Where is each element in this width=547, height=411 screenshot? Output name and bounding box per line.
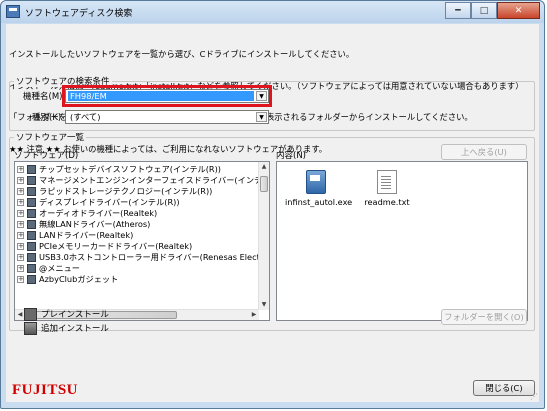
- preinstall-action[interactable]: プレインストール: [24, 308, 109, 321]
- vertical-scroll-thumb[interactable]: [260, 176, 268, 192]
- file-item[interactable]: readme.txt: [356, 170, 418, 207]
- close-window-button[interactable]: ✕: [497, 2, 540, 19]
- file-item[interactable]: infinst_autol.exe: [285, 170, 352, 207]
- tree-item-label: ディスプレイドライバー(インテル(R)): [39, 197, 180, 207]
- expand-icon[interactable]: +: [17, 265, 24, 272]
- tree-item-label: AzbyClubガジェット: [39, 274, 119, 284]
- tree-item-label: マネージメントエンジンインターフェイスドライバー(インテル(R)): [39, 175, 270, 185]
- contents-label: 内容(N): [276, 151, 306, 161]
- software-list-legend: ソフトウェア一覧: [14, 131, 87, 143]
- folder-icon: [27, 165, 36, 174]
- contents-pane[interactable]: infinst_autol.exe readme.txt: [276, 161, 528, 321]
- tree-item-label: チップセットデバイスソフトウェア(インテル(R)): [39, 164, 221, 174]
- expand-icon[interactable]: +: [17, 177, 24, 184]
- close-button[interactable]: 閉じる(C): [473, 380, 535, 396]
- tree-item[interactable]: + ディスプレイドライバー(インテル(R)): [17, 197, 180, 208]
- folder-icon: [27, 176, 36, 185]
- tree-item[interactable]: + 無線LANドライバー(Atheros): [17, 219, 150, 230]
- tree-item[interactable]: + AzbyClubガジェット: [17, 274, 118, 285]
- expand-icon[interactable]: +: [17, 166, 24, 173]
- tree-item-label: PCIeメモリーカードドライバー(Realtek): [39, 241, 193, 251]
- chevron-down-icon[interactable]: ▼: [256, 112, 267, 122]
- folder-icon: [27, 242, 36, 251]
- window-title: ソフトウェアディスク検索: [25, 9, 133, 19]
- tree-item[interactable]: + マネージメントエンジンインターフェイスドライバー(インテル(R)): [17, 175, 270, 186]
- tree-item-label: USB3.0ホストコントローラー用ドライバー(Renesas Electroni…: [39, 252, 270, 262]
- expand-icon[interactable]: +: [17, 243, 24, 250]
- up-button[interactable]: 上へ戻る(U): [441, 144, 527, 160]
- scroll-up-icon[interactable]: ▲: [259, 162, 269, 172]
- expand-icon[interactable]: +: [17, 232, 24, 239]
- instruction-line-1: インストールしたいソフトウェアを一覧から選び、Cドライブにインストールしてくださ…: [9, 49, 355, 59]
- scroll-down-icon[interactable]: ▼: [259, 300, 269, 310]
- caption-buttons: ━ □ ✕: [445, 2, 540, 20]
- disk-search-app-icon: [6, 5, 20, 18]
- emphasis-box: [62, 85, 272, 107]
- title-bar[interactable]: ソフトウェアディスク検索 ━ □ ✕: [1, 1, 544, 23]
- tree-item[interactable]: + LANドライバー(Realtek): [17, 230, 133, 241]
- folder-icon: [27, 231, 36, 240]
- exe-file-icon: [306, 170, 326, 194]
- minimize-button[interactable]: ━: [445, 2, 471, 19]
- folder-icon: [27, 209, 36, 218]
- type-select[interactable]: (すべて) ▼: [65, 110, 269, 124]
- file-name: infinst_autol.exe: [285, 197, 353, 207]
- text-file-icon: [377, 170, 397, 194]
- expand-icon[interactable]: +: [17, 199, 24, 206]
- tree-item[interactable]: + チップセットデバイスソフトウェア(インテル(R)): [17, 164, 221, 175]
- folder-icon: [27, 253, 36, 262]
- tree-item-label: ラピッドストレージテクノロジー(インテル(R)): [39, 186, 213, 196]
- open-folder-button[interactable]: フォルダーを開く(O): [441, 309, 527, 325]
- folder-icon: [27, 264, 36, 273]
- expand-icon[interactable]: +: [17, 221, 24, 228]
- additional-install-icon: [24, 322, 37, 335]
- additional-install-label: 追加インストール: [41, 324, 109, 334]
- fujitsu-logo: FUJITSU: [12, 382, 79, 398]
- software-list-group: ソフトウェア一覧 ソフトウェア(D) 内容(N) 上へ戻る(U) + チップセット…: [9, 131, 535, 331]
- resize-grip-icon[interactable]: ⋰: [530, 392, 538, 401]
- software-label: ソフトウェア(D): [14, 151, 79, 161]
- expand-icon[interactable]: +: [17, 254, 24, 261]
- file-name: readme.txt: [364, 197, 410, 207]
- preinstall-label: プレインストール: [41, 310, 109, 320]
- tree-item[interactable]: + ラピッドストレージテクノロジー(インテル(R)): [17, 186, 212, 197]
- tree-item[interactable]: + PCIeメモリーカードドライバー(Realtek): [17, 241, 192, 252]
- maximize-button[interactable]: □: [471, 2, 497, 19]
- type-label: 種別(K): [32, 113, 62, 123]
- folder-icon: [27, 198, 36, 207]
- scroll-right-icon[interactable]: ▶: [249, 310, 259, 320]
- tree-item[interactable]: + オーディオドライバー(Realtek): [17, 208, 157, 219]
- preinstall-icon: [24, 308, 37, 321]
- software-tree[interactable]: + チップセットデバイスソフトウェア(インテル(R)) + マネージメントエンジンイ…: [14, 161, 270, 321]
- tree-item-label: オーディオドライバー(Realtek): [39, 208, 158, 218]
- tree-item-label: 無線LANドライバー(Atheros): [39, 219, 151, 229]
- folder-icon: [27, 220, 36, 229]
- expand-icon[interactable]: +: [17, 210, 24, 217]
- app-window: ソフトウェアディスク検索 ━ □ ✕ インストールしたいソフトウェアを一覧から選…: [0, 0, 545, 409]
- expand-icon[interactable]: +: [17, 276, 24, 283]
- folder-icon: [27, 275, 36, 284]
- tree-item-label: @メニュー: [39, 263, 80, 273]
- tree-item[interactable]: + @メニュー: [17, 263, 80, 274]
- tree-vertical-scrollbar[interactable]: ▲ ▼: [258, 162, 269, 310]
- folder-icon: [27, 187, 36, 196]
- expand-icon[interactable]: +: [17, 188, 24, 195]
- type-select-value: (すべて): [70, 112, 101, 122]
- model-label: 機種名(M): [23, 92, 63, 102]
- tree-item-label: LANドライバー(Realtek): [39, 230, 134, 240]
- search-conditions-group: ソフトウェアの検索条件 機種名(M) FH98/EM ▼ 種別(K) (すべて)…: [9, 75, 535, 131]
- dialog-client-area: インストールしたいソフトウェアを一覧から選び、Cドライブにインストールしてくださ…: [6, 24, 539, 402]
- tree-item[interactable]: + USB3.0ホストコントローラー用ドライバー(Renesas Electron…: [17, 252, 270, 263]
- additional-install-action[interactable]: 追加インストール: [24, 322, 109, 335]
